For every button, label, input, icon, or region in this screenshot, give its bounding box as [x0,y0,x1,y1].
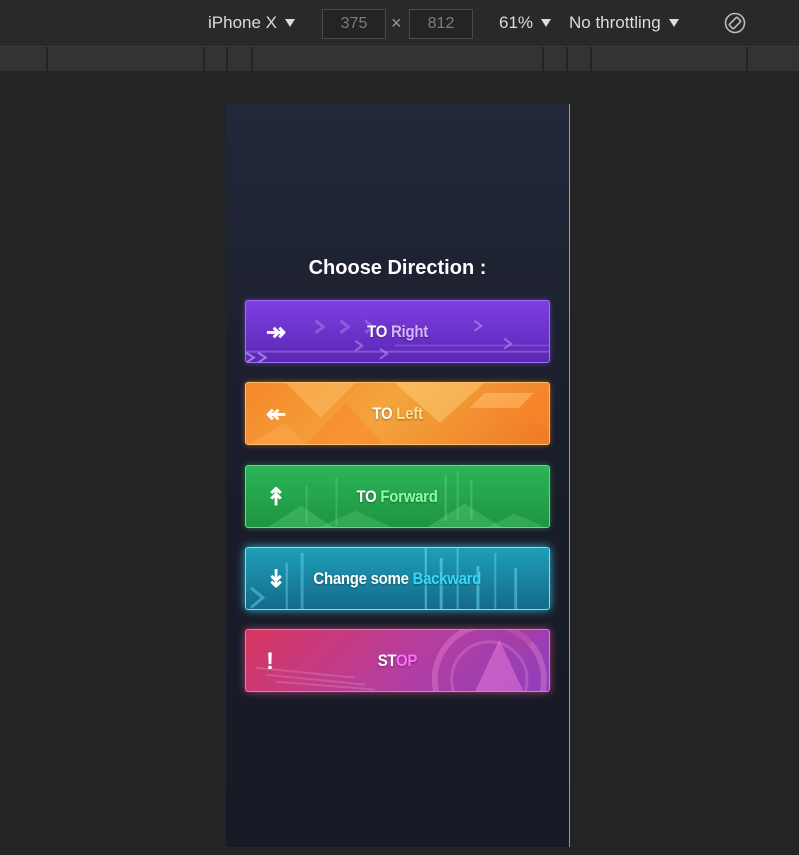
chevron-down-icon [285,19,295,27]
double-arrow-down-icon: ↡ [266,566,287,593]
to-backward-button[interactable]: ↡ Change some Backward [245,547,550,610]
label-prefix: ST [377,650,397,670]
device-select-label: iPhone X [208,13,277,32]
zoom-select[interactable]: 61% [499,0,552,46]
ruler-segment[interactable] [590,47,592,71]
device-toolbar: iPhone X 375 × 812 61% No throttling [0,0,799,47]
double-arrow-up-icon: ↟ [266,484,287,511]
double-arrow-right-icon: ↠ [266,319,287,346]
ruler-segment[interactable] [746,47,748,71]
label-highlight: Right [390,321,428,341]
exclamation-icon: ! [266,647,274,675]
label-prefix: TO [367,321,391,341]
label-prefix: TO [356,486,381,506]
device-viewport: Choose Direction : ↠ TO Right ↞ TO Left [226,104,570,847]
chevron-down-icon [541,19,552,27]
width-input[interactable]: 375 [322,9,386,39]
ruler-segment[interactable] [203,47,205,71]
to-forward-button[interactable]: ↟ TO Forward [245,465,550,528]
media-query-ruler [0,47,799,71]
to-right-button[interactable]: ↠ TO Right [245,300,550,363]
device-select[interactable]: iPhone X [208,0,295,46]
dimension-separator: × [391,13,402,33]
button-label: TO Forward [357,487,438,507]
ruler-segment[interactable] [251,47,253,71]
rotate-device-icon[interactable] [724,12,746,34]
label-prefix: Change some [313,568,413,588]
ruler-segment[interactable] [566,47,568,71]
chevron-down-icon [668,19,679,27]
stop-button[interactable]: ! STOP [245,629,550,692]
ruler-segment[interactable] [226,47,228,71]
double-arrow-left-icon: ↞ [266,401,287,428]
ruler-segment[interactable] [542,47,544,71]
label-highlight: OP [396,650,418,670]
label-highlight: Backward [412,568,482,588]
to-left-button[interactable]: ↞ TO Left [245,382,550,445]
label-highlight: Left [396,403,423,423]
page-title: Choose Direction : [308,257,487,279]
ruler-segment[interactable] [46,47,48,71]
throttling-select[interactable]: No throttling [569,0,679,46]
button-label: STOP [377,650,418,671]
height-input[interactable]: 812 [409,9,473,39]
zoom-select-label: 61% [499,13,534,32]
button-label: TO Left [372,403,423,424]
button-label: Change some Backward [314,569,482,589]
label-prefix: TO [372,403,397,423]
button-label: TO Right [367,322,428,342]
throttling-select-label: No throttling [569,13,661,32]
label-highlight: Forward [380,486,439,506]
